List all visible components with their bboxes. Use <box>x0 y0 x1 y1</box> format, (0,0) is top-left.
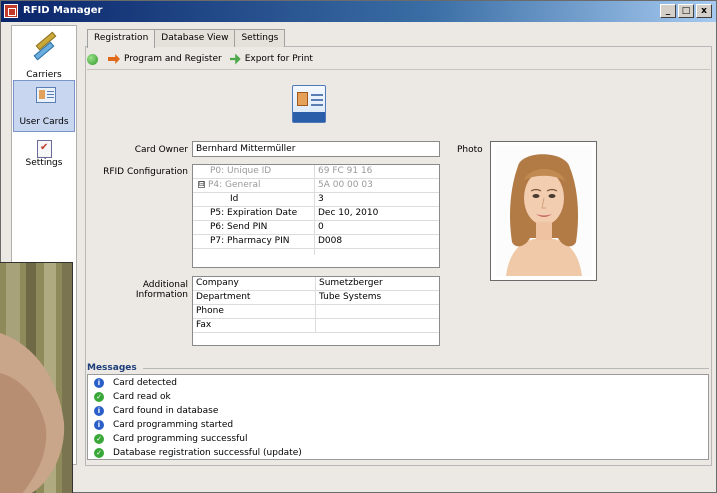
tab-registration[interactable]: Registration <box>87 29 156 48</box>
additional-information-label: Additional Information <box>135 280 188 300</box>
photo-frame[interactable] <box>490 141 597 281</box>
message-text: Card detected <box>113 377 177 388</box>
app-window: RFID Manager _ □ x Carriers User Cards S… <box>0 0 717 493</box>
toolbar: Program and Register Export for Print <box>87 50 313 68</box>
info-field-name: Company <box>196 278 239 288</box>
tab-settings[interactable]: Settings <box>234 29 286 47</box>
rfid-row[interactable]: P0: Unique ID 69 FC 91 16 <box>193 165 439 179</box>
window-title: RFID Manager <box>23 5 103 16</box>
user-card-large-icon <box>292 85 326 123</box>
message-item: ✓ Card programming successful <box>94 432 247 445</box>
sidebar-item-label: Carriers <box>26 70 62 80</box>
rfid-param-name: Id <box>230 194 239 204</box>
program-icon <box>108 54 120 64</box>
export-icon <box>229 53 241 65</box>
app-icon <box>4 4 18 18</box>
rfid-param-name: P6: Send PIN <box>210 222 268 232</box>
messages-title: Messages <box>87 363 137 373</box>
window-controls: _ □ x <box>660 4 712 18</box>
minimize-button[interactable]: _ <box>660 4 676 18</box>
close-button[interactable]: x <box>696 4 712 18</box>
sidebar-item-settings[interactable]: Settings <box>13 134 75 186</box>
user-photo <box>496 146 592 276</box>
rfid-row[interactable]: P7: Pharmacy PIN D008 <box>193 235 439 249</box>
rfid-param-name: P5: Expiration Date <box>210 208 298 218</box>
tab-bar: Registration Database View Settings <box>87 29 286 48</box>
info-field-name: Phone <box>196 306 224 316</box>
info-icon: i <box>94 405 104 416</box>
toolbar-divider <box>87 69 710 70</box>
checklist-icon <box>37 140 52 158</box>
info-icon: i <box>94 419 104 430</box>
info-field-name: Department <box>196 292 251 302</box>
message-text: Card programming started <box>113 419 234 430</box>
checkmark-icon: ✓ <box>94 391 104 402</box>
message-item: ✓ Card read ok <box>94 390 171 403</box>
program-register-button[interactable]: Program and Register <box>108 54 222 64</box>
message-text: Database registration successful (update… <box>113 447 302 458</box>
info-row[interactable]: Fax <box>193 319 439 333</box>
title-bar[interactable]: RFID Manager _ □ x <box>1 1 716 22</box>
info-field-value: Sumetzberger <box>319 278 383 288</box>
info-field-value <box>316 319 436 333</box>
rfid-config-grid[interactable]: P0: Unique ID 69 FC 91 16 ⊟ P4: General 5… <box>192 164 440 268</box>
info-field-value <box>316 305 436 319</box>
rfid-param-value: 5A 00 00 03 <box>318 180 373 190</box>
rfid-configuration-label: RFID Configuration <box>103 167 188 177</box>
sidebar-item-carriers[interactable]: Carriers <box>13 31 75 84</box>
card-owner-label: Card Owner <box>134 145 188 155</box>
background-window-photo <box>0 262 73 493</box>
tab-database-view[interactable]: Database View <box>154 29 236 47</box>
card-owner-field[interactable]: Bernhard Mittermüller <box>192 141 440 157</box>
info-field-value: Tube Systems <box>319 292 382 302</box>
rfid-param-name: P4: General <box>208 180 261 190</box>
rfid-param-value: 3 <box>318 194 324 204</box>
program-register-label: Program and Register <box>124 54 222 64</box>
message-item: ✓ Database registration successful (upda… <box>94 446 302 459</box>
messages-list[interactable]: i Card detected ✓ Card read ok i Card fo… <box>87 374 709 460</box>
rfid-param-value: Dec 10, 2010 <box>318 208 379 218</box>
additional-info-grid[interactable]: Company Sumetzberger Department Tube Sys… <box>192 276 440 346</box>
rfid-row[interactable]: Id 3 <box>193 193 439 207</box>
rfid-param-name-group: ⊟ P4: General <box>195 179 313 193</box>
message-item: i Card found in database <box>94 404 218 417</box>
status-light-icon <box>87 53 98 65</box>
sidebar-item-label: User Cards <box>19 117 69 127</box>
info-row[interactable]: Phone <box>193 305 439 319</box>
sidebar-item-user-cards[interactable]: User Cards <box>13 80 75 132</box>
user-card-icon <box>36 87 56 103</box>
maximize-button[interactable]: □ <box>678 4 694 18</box>
checkmark-icon: ✓ <box>94 433 104 444</box>
rfid-row[interactable]: ⊟ P4: General 5A 00 00 03 <box>193 179 439 193</box>
info-row[interactable]: Department Tube Systems <box>193 291 439 305</box>
rfid-param-value: 69 FC 91 16 <box>318 166 373 176</box>
photo-label: Photo <box>457 145 483 155</box>
rfid-param-value: D008 <box>318 236 343 246</box>
message-item: i Card detected <box>94 376 177 389</box>
export-print-label: Export for Print <box>244 54 313 64</box>
message-text: Card read ok <box>113 391 171 402</box>
rfid-param-value: 0 <box>318 222 324 232</box>
message-text: Card found in database <box>113 405 219 416</box>
message-item: i Card programming started <box>94 418 233 431</box>
rfid-row[interactable]: P6: Send PIN 0 <box>193 221 439 235</box>
sidebar-item-label: Settings <box>25 158 63 168</box>
collapse-icon[interactable]: ⊟ <box>198 181 205 188</box>
rfid-row[interactable]: P5: Expiration Date Dec 10, 2010 <box>193 207 439 221</box>
message-text: Card programming successful <box>113 433 248 444</box>
checkmark-icon: ✓ <box>94 447 104 458</box>
info-row[interactable]: Company Sumetzberger <box>193 277 439 291</box>
rfid-param-name: P0: Unique ID <box>210 166 272 176</box>
export-print-button[interactable]: Export for Print <box>229 53 313 65</box>
rfid-param-name: P7: Pharmacy PIN <box>210 236 290 246</box>
info-field-name: Fax <box>196 320 212 330</box>
info-icon: i <box>94 377 104 388</box>
